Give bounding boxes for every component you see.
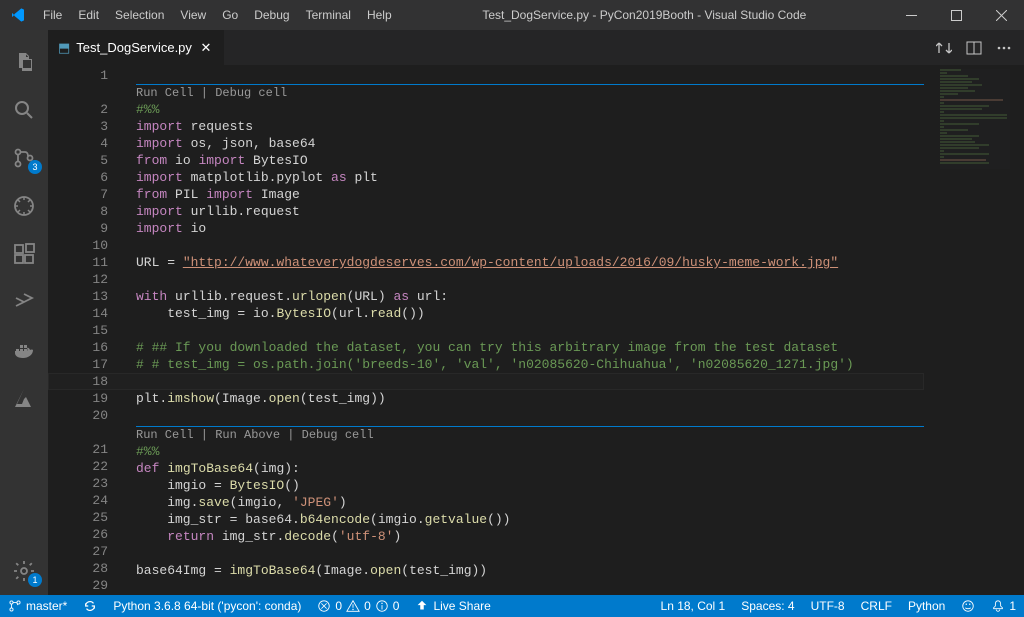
compare-changes-icon[interactable]	[936, 40, 952, 56]
vscode-logo-icon	[0, 7, 35, 23]
warning-count: 0	[364, 599, 371, 613]
status-bar: master* Python 3.6.8 64-bit ('pycon': co…	[0, 595, 1024, 617]
branch-label: master*	[26, 599, 67, 613]
settings-badge: 1	[28, 573, 42, 587]
python-file-icon: ⬒	[58, 40, 70, 56]
status-encoding[interactable]: UTF-8	[803, 595, 853, 617]
menu-terminal[interactable]: Terminal	[298, 0, 359, 30]
more-actions-icon[interactable]	[996, 40, 1012, 56]
tab-close-icon[interactable]: ✕	[198, 40, 214, 56]
status-branch[interactable]: master*	[0, 595, 75, 617]
tabs-bar: ⬒ Test_DogService.py ✕	[48, 30, 1024, 65]
debug-icon[interactable]	[0, 182, 48, 230]
docker-icon[interactable]	[0, 326, 48, 374]
azure-icon[interactable]	[0, 374, 48, 422]
code-content[interactable]: Run Cell | Debug cell#%%import requestsi…	[136, 67, 924, 595]
error-count: 0	[335, 599, 342, 613]
live-share-label: Live Share	[433, 599, 490, 613]
status-problems[interactable]: 0 0 0	[309, 595, 407, 617]
line-gutter: 1234567891011121314151617181920212223242…	[48, 65, 128, 595]
scm-icon[interactable]: 3	[0, 134, 48, 182]
explorer-icon[interactable]	[0, 38, 48, 86]
status-live-share[interactable]: Live Share	[407, 595, 498, 617]
notification-count: 1	[1009, 599, 1016, 613]
menu-go[interactable]: Go	[214, 0, 246, 30]
status-sync[interactable]	[75, 595, 105, 617]
menu-help[interactable]: Help	[359, 0, 400, 30]
scm-badge: 3	[28, 160, 42, 174]
menu-selection[interactable]: Selection	[107, 0, 172, 30]
settings-icon[interactable]: 1	[0, 547, 48, 595]
status-spaces[interactable]: Spaces: 4	[733, 595, 802, 617]
status-eol[interactable]: CRLF	[853, 595, 900, 617]
tab-label: Test_DogService.py	[76, 40, 192, 55]
menu-view[interactable]: View	[172, 0, 214, 30]
info-count: 0	[393, 599, 400, 613]
window-title: Test_DogService.py - PyCon2019Booth - Vi…	[400, 8, 889, 22]
status-cursor[interactable]: Ln 18, Col 1	[653, 595, 734, 617]
menu-edit[interactable]: Edit	[70, 0, 107, 30]
activity-bar: 3 1	[0, 30, 48, 595]
code-editor[interactable]: 1234567891011121314151617181920212223242…	[48, 65, 1024, 595]
status-feedback-icon[interactable]	[953, 595, 983, 617]
menu-bar: File Edit Selection View Go Debug Termin…	[35, 0, 400, 30]
split-editor-icon[interactable]	[966, 40, 982, 56]
editor-area: ⬒ Test_DogService.py ✕ 12345678910111213…	[48, 30, 1024, 595]
minimap[interactable]	[940, 69, 1010, 169]
maximize-button[interactable]	[934, 0, 979, 30]
search-icon[interactable]	[0, 86, 48, 134]
menu-debug[interactable]: Debug	[246, 0, 297, 30]
menu-file[interactable]: File	[35, 0, 70, 30]
close-button[interactable]	[979, 0, 1024, 30]
tab-test-dogservice[interactable]: ⬒ Test_DogService.py ✕	[48, 30, 224, 65]
status-notifications[interactable]: 1	[983, 595, 1024, 617]
window-controls	[889, 0, 1024, 30]
extensions-icon[interactable]	[0, 230, 48, 278]
status-python-interpreter[interactable]: Python 3.6.8 64-bit ('pycon': conda)	[105, 595, 309, 617]
minimize-button[interactable]	[889, 0, 934, 30]
status-language[interactable]: Python	[900, 595, 953, 617]
remote-icon[interactable]	[0, 278, 48, 326]
title-bar: File Edit Selection View Go Debug Termin…	[0, 0, 1024, 30]
